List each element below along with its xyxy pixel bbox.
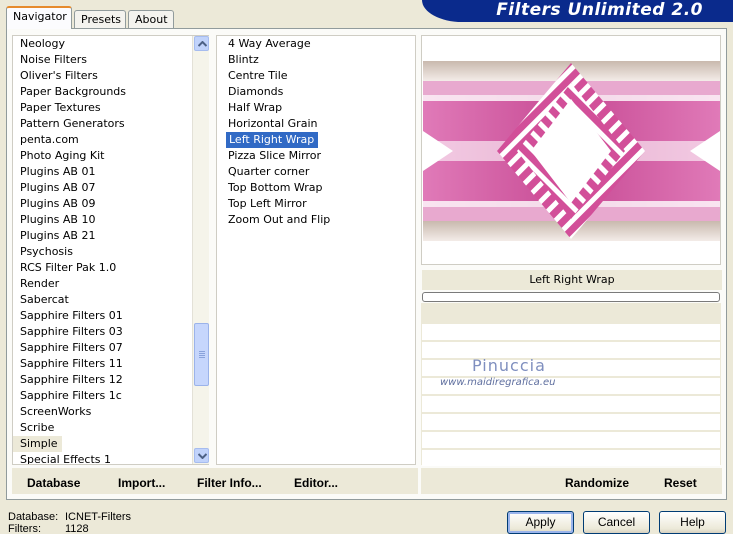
status-filters-label: Filters: — [8, 523, 41, 534]
filter-item[interactable]: Horizontal Grain — [221, 116, 317, 132]
status-database: Database: ICNET-Filters — [8, 511, 131, 523]
category-item[interactable]: Psychosis — [13, 244, 73, 260]
status-filters-value: 1128 — [65, 523, 89, 534]
category-item[interactable]: Neology — [13, 36, 65, 52]
category-item[interactable]: Sabercat — [13, 292, 69, 308]
cancel-button[interactable]: Cancel — [583, 511, 650, 534]
filter-item[interactable]: 4 Way Average — [221, 36, 311, 52]
progress-bar — [422, 292, 720, 302]
control-row — [422, 414, 720, 430]
filter-item[interactable]: Zoom Out and Flip — [221, 212, 330, 228]
filter-name-label: Left Right Wrap — [422, 270, 722, 290]
filter-item[interactable]: Centre Tile — [221, 68, 288, 84]
preview-image — [423, 61, 720, 241]
filter-list[interactable]: 4 Way Average Blintz Centre Tile Diamonds Ha… — [216, 35, 416, 465]
filter-item[interactable]: Blintz — [221, 52, 259, 68]
category-item[interactable]: Plugins AB 01 — [13, 164, 95, 180]
filter-info-button[interactable]: Filter Info... — [197, 476, 262, 490]
editor-button[interactable]: Editor... — [294, 476, 338, 490]
category-item[interactable]: Sapphire Filters 1c — [13, 388, 122, 404]
filter-item[interactable]: Half Wrap — [221, 100, 282, 116]
status-database-value: ICNET-Filters — [65, 511, 131, 523]
import-button[interactable]: Import... — [118, 476, 165, 490]
category-item[interactable]: Sapphire Filters 07 — [13, 340, 123, 356]
filter-item[interactable]: Diamonds — [221, 84, 283, 100]
control-row — [422, 396, 720, 412]
help-button[interactable]: Help — [659, 511, 726, 534]
scroll-up-button[interactable] — [194, 36, 209, 51]
category-item[interactable]: Plugins AB 07 — [13, 180, 95, 196]
category-item[interactable]: penta.com — [13, 132, 79, 148]
category-item[interactable]: Paper Textures — [13, 100, 101, 116]
category-item[interactable]: Noise Filters — [13, 52, 87, 68]
watermark-name: Pinuccia — [472, 356, 546, 375]
category-item[interactable]: Plugins AB 10 — [13, 212, 95, 228]
category-item[interactable]: Sapphire Filters 01 — [13, 308, 123, 324]
apply-button[interactable]: Apply — [507, 511, 574, 534]
title-banner: Filters Unlimited 2.0 — [422, 0, 733, 22]
filter-item[interactable]: Left Right Wrap — [226, 132, 319, 148]
right-toolbar: Randomize Reset — [421, 468, 722, 494]
banner-title: Filters Unlimited 2.0 — [496, 0, 703, 20]
category-item[interactable]: Scribe — [13, 420, 54, 436]
database-button[interactable]: Database — [27, 476, 80, 490]
category-item[interactable]: Sapphire Filters 03 — [13, 324, 123, 340]
filter-item[interactable]: Pizza Slice Mirror — [221, 148, 321, 164]
category-item[interactable]: Special Effects 1 — [13, 452, 111, 464]
category-item[interactable]: Plugins AB 09 — [13, 196, 95, 212]
control-row — [422, 432, 720, 448]
control-row — [422, 342, 720, 358]
filter-item[interactable]: Top Bottom Wrap — [221, 180, 323, 196]
category-item[interactable]: Pattern Generators — [13, 116, 125, 132]
category-item[interactable]: Simple — [13, 436, 62, 452]
category-item[interactable]: ScreenWorks — [13, 404, 91, 420]
tab-presets[interactable]: Presets — [74, 10, 126, 28]
chevron-down-icon — [198, 453, 207, 459]
category-item[interactable]: Plugins AB 21 — [13, 228, 95, 244]
left-toolbar: Database Import... Filter Info... Editor… — [12, 468, 418, 494]
filter-item[interactable]: Quarter corner — [221, 164, 309, 180]
tab-about[interactable]: About — [128, 10, 174, 28]
chevron-up-icon — [198, 41, 207, 47]
control-row — [422, 450, 720, 466]
control-row — [422, 360, 720, 376]
category-item[interactable]: RCS Filter Pak 1.0 — [13, 260, 116, 276]
scroll-down-button[interactable] — [194, 448, 209, 463]
category-item[interactable]: Render — [13, 276, 59, 292]
scroll-thumb[interactable] — [194, 323, 209, 386]
status-database-label: Database: — [8, 511, 59, 523]
category-item[interactable]: Sapphire Filters 11 — [13, 356, 123, 372]
reset-button[interactable]: Reset — [664, 476, 697, 490]
category-item[interactable]: Sapphire Filters 12 — [13, 372, 123, 388]
category-item[interactable]: Photo Aging Kit — [13, 148, 104, 164]
category-item[interactable]: Oliver's Filters — [13, 68, 98, 84]
filter-item[interactable]: Top Left Mirror — [221, 196, 307, 212]
tab-navigator[interactable]: Navigator — [6, 6, 72, 29]
status-filters: Filters: 1128 — [8, 523, 89, 534]
randomize-button[interactable]: Randomize — [565, 476, 629, 490]
category-scrollbar[interactable] — [192, 36, 209, 464]
watermark-url: www.maidiregrafica.eu — [440, 377, 556, 388]
category-list[interactable]: Neology Noise Filters Oliver's Filters Pape… — [12, 35, 209, 465]
category-item[interactable]: Paper Backgrounds — [13, 84, 126, 100]
control-row — [422, 324, 720, 340]
